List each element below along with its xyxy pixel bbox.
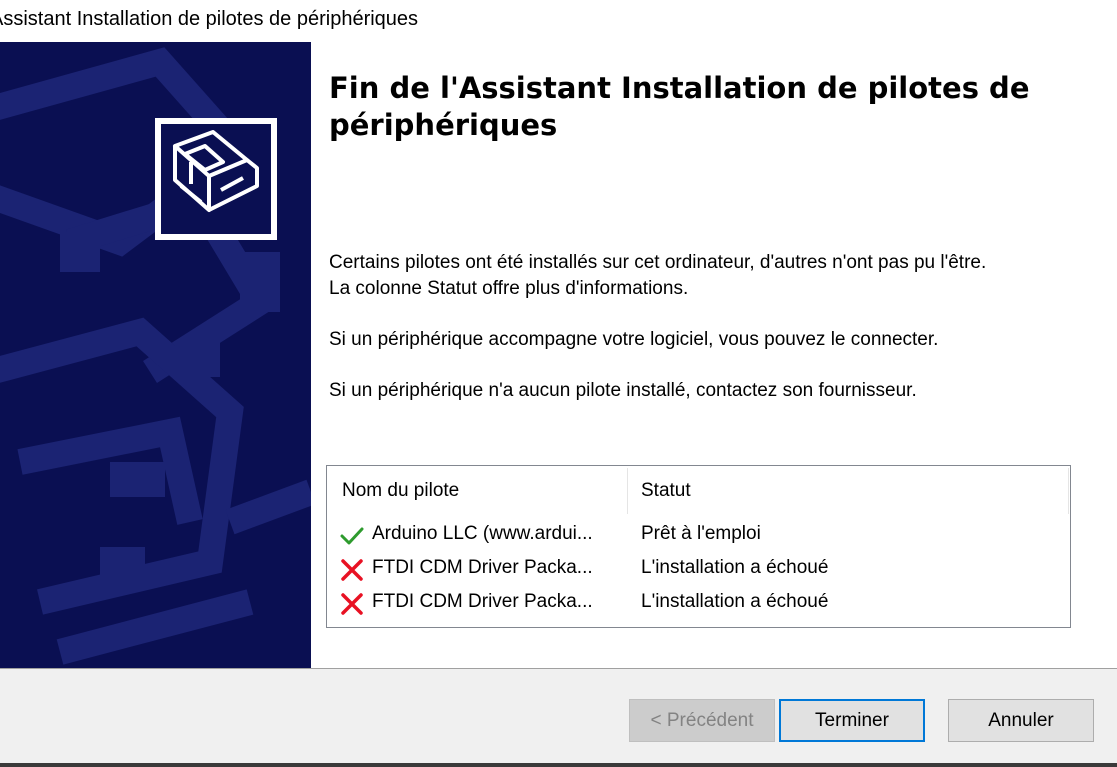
hardware-wizard-icon [155, 118, 277, 240]
driver-status: L'installation a échoué [641, 557, 829, 578]
list-item[interactable]: FTDI CDM Driver Packa... L'installation … [339, 586, 1059, 620]
driver-status: Prêt à l'emploi [641, 523, 761, 544]
driver-status: L'installation a échoué [641, 591, 829, 612]
wizard-side-banner [0, 42, 311, 668]
result-summary-line2: La colonne Statut offre plus d'informati… [329, 278, 689, 299]
driver-name: FTDI CDM Driver Packa... [372, 591, 593, 612]
list-item[interactable]: FTDI CDM Driver Packa... L'installation … [339, 552, 1059, 586]
contact-vendor-text: Si un périphérique n'a aucun pilote inst… [329, 380, 917, 401]
window-title: Assistant Installation de pilotes de pér… [0, 8, 419, 30]
finish-button[interactable]: Terminer [779, 699, 925, 742]
list-item[interactable]: Arduino LLC (www.ardui... Prêt à l'emplo… [339, 518, 1059, 552]
result-summary-line1: Certains pilotes ont été installés sur c… [329, 252, 987, 273]
column-header-status[interactable]: Statut [641, 480, 691, 502]
column-header-driver-name[interactable]: Nom du pilote [342, 480, 459, 502]
connect-device-text: Si un périphérique accompagne votre logi… [329, 329, 939, 350]
previous-button[interactable]: < Précédent [629, 699, 775, 742]
column-divider[interactable] [627, 468, 628, 514]
cancel-button[interactable]: Annuler [948, 699, 1094, 742]
error-x-icon [341, 559, 363, 581]
driver-name: FTDI CDM Driver Packa... [372, 557, 593, 578]
column-divider[interactable] [1068, 468, 1069, 514]
driver-status-list[interactable]: Nom du pilote Statut Arduino LLC (www.ar… [326, 465, 1071, 628]
check-icon [340, 527, 364, 545]
window-bottom-edge [0, 763, 1117, 767]
wizard-heading: Fin de l'Assistant Installation de pilot… [329, 71, 1030, 142]
result-summary-text: Certains pilotes ont été installés sur c… [329, 250, 1089, 302]
drive-bay-icon [173, 130, 259, 212]
error-x-icon [341, 593, 363, 615]
driver-name: Arduino LLC (www.ardui... [372, 523, 593, 544]
title-bar[interactable]: Assistant Installation de pilotes de pér… [0, 0, 1117, 42]
